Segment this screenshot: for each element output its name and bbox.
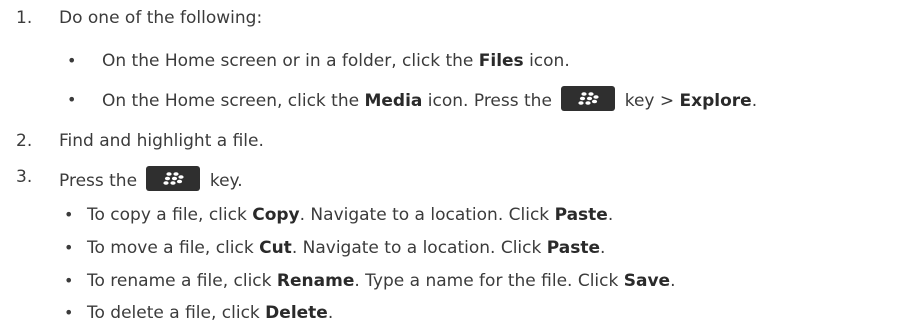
- option-text: On the Home screen or in a folder, click…: [102, 51, 479, 71]
- bullet: •: [64, 271, 74, 290]
- step-text: Press the key.: [59, 166, 243, 191]
- option-text: icon.: [523, 51, 570, 71]
- option-line: On the Home screen, click the Media icon…: [102, 86, 758, 111]
- delete-label: Delete: [265, 303, 328, 323]
- blackberry-menu-key-icon: [146, 166, 201, 191]
- step-number: 3.: [16, 167, 33, 187]
- rename-label: Rename: [276, 271, 355, 291]
- action-text: To copy a file, click: [87, 205, 253, 225]
- action-line: To copy a file, click Copy. Navigate to …: [87, 205, 613, 225]
- paste-label: Paste: [546, 238, 600, 258]
- step-text-part: key.: [204, 171, 243, 191]
- action-text: . Navigate to a location. Click: [291, 238, 547, 258]
- option-text: key >: [619, 91, 680, 111]
- action-text: .: [670, 271, 676, 291]
- cut-label: Cut: [259, 238, 292, 258]
- action-text: .: [327, 303, 334, 323]
- action-text: .: [600, 238, 606, 258]
- bullet: •: [67, 51, 77, 70]
- copy-label: Copy: [252, 205, 300, 225]
- option-text: On the Home screen, click the: [102, 91, 365, 111]
- explore-label: Explore: [679, 91, 752, 111]
- option-line: On the Home screen or in a folder, click…: [102, 51, 570, 71]
- action-text: . Navigate to a location. Click: [299, 205, 555, 225]
- bullet: •: [64, 303, 74, 322]
- files-label: Files: [478, 51, 524, 71]
- action-line: To delete a file, click Delete.: [87, 303, 333, 323]
- action-text: .: [607, 205, 614, 225]
- action-text: To move a file, click: [87, 238, 260, 258]
- step-text: Find and highlight a file.: [59, 131, 264, 151]
- option-text: icon. Press the: [422, 91, 558, 111]
- action-text: . Type a name for the file. Click: [354, 271, 624, 291]
- option-text: .: [751, 91, 758, 111]
- step-text-part: Press the: [59, 171, 143, 191]
- paste-label: Paste: [554, 205, 608, 225]
- action-line: To move a file, click Cut. Navigate to a…: [87, 238, 605, 258]
- media-label: Media: [364, 91, 423, 111]
- action-line: To rename a file, click Rename. Type a n…: [87, 271, 675, 291]
- bullet: •: [64, 205, 74, 224]
- blackberry-menu-key-icon: [561, 86, 616, 111]
- action-text: To rename a file, click: [87, 271, 277, 291]
- bullet: •: [64, 238, 74, 257]
- step-number: 1.: [16, 8, 33, 28]
- bullet: •: [67, 90, 77, 109]
- action-text: To delete a file, click: [87, 303, 266, 323]
- step-number: 2.: [16, 131, 33, 151]
- save-label: Save: [623, 271, 671, 291]
- step-text: Do one of the following:: [59, 8, 263, 28]
